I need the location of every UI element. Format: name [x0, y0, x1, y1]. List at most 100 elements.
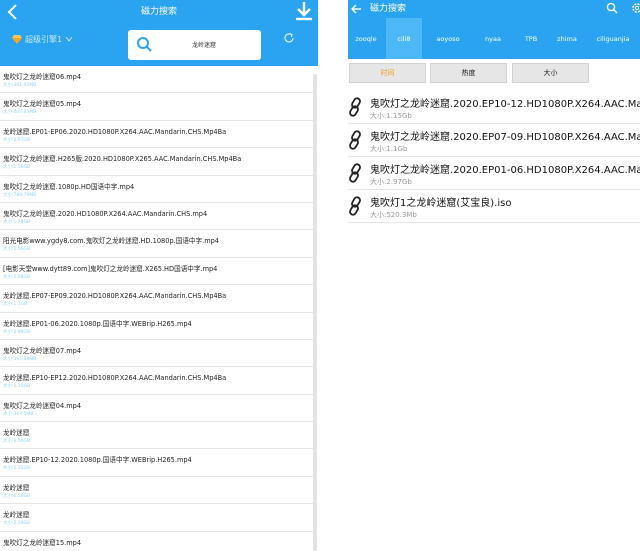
- tab-cili8[interactable]: cili8: [386, 18, 422, 59]
- file-size: 大小:363.5MB: [3, 411, 34, 417]
- file-name: 龙岭迷窟.EP01-EP06.2020.HD1080P.X264.AAC.Man…: [3, 127, 227, 136]
- file-name: 鬼吹灯之龙岭迷窟07.mp4: [3, 346, 82, 355]
- left-screen: 磁力搜索 超级引擎1 龙岭迷窟 鬼吹灯之龙岭迷窟06.mp4 大小:361.95…: [0, 0, 318, 551]
- search-query: 龙岭迷窟: [192, 42, 217, 49]
- list-item[interactable]: 鬼吹灯之龙岭迷窟.1080p.HD国语中字.mp4 大小:789.79MB: [0, 176, 313, 203]
- file-name: 鬼吹灯之龙岭迷窟.2020.EP10-12.HD1080P.X264.AAC.M…: [370, 99, 640, 110]
- file-name: 龙岭迷窟: [3, 429, 30, 438]
- file-size: 大小:361.95MB: [3, 83, 37, 88]
- gear-icon[interactable]: [631, 2, 640, 14]
- file-name: [电影天堂www.dytt89.com]鬼吹灯之龙岭迷窟.X265.HD国语中字…: [3, 264, 218, 273]
- page-title: 磁力搜索: [370, 4, 407, 14]
- page-title: 磁力搜索: [140, 7, 177, 17]
- link-icon: [349, 97, 361, 117]
- file-size: 大小:1.35GB: [3, 466, 31, 472]
- file-size: 大小:1.58GB: [3, 274, 31, 280]
- file-size: 大小:6.56GB: [3, 493, 31, 499]
- file-size: 大小:2.97GB: [3, 137, 31, 143]
- file-name: 阳光电影www.ygdy8.com.鬼吹灯之龙岭迷窟.HD.1080p.国语中字…: [3, 237, 220, 246]
- list-item[interactable]: [电影天堂www.dytt89.com]鬼吹灯之龙岭迷窟.X265.HD国语中字…: [0, 258, 313, 286]
- list-item[interactable]: 鬼吹灯之龙岭迷窟.H265版.2020.HD1080P.X265.AAC.Man…: [0, 148, 313, 176]
- file-name: 鬼吹灯之龙岭迷窟.1080p.HD国语中字.mp4: [3, 182, 135, 191]
- file-size: 大小:1.15GB: [3, 384, 31, 390]
- list-item[interactable]: 阳光电影www.ygdy8.com.鬼吹灯之龙岭迷窟.HD.1080p.国语中字…: [0, 230, 313, 258]
- list-item[interactable]: 鬼吹灯1之龙岭迷窟(艾宝良).iso 大小:520.3Mb: [348, 190, 640, 223]
- diamond-icon: [12, 35, 22, 44]
- list-item[interactable]: 鬼吹灯之龙岭迷窟06.mp4 大小:361.95MB: [0, 66, 313, 94]
- file-name: 龙岭迷窟: [3, 511, 30, 520]
- file-name: 龙岭迷窟.EP01-06.2020.1080p.国语中字.WEBrip.H265…: [3, 319, 192, 328]
- file-name: 鬼吹灯1之龙岭迷窟(艾宝良).iso: [370, 198, 512, 209]
- list-item[interactable]: 龙岭迷窟 大小:2.29GB: [0, 504, 313, 532]
- file-size: 大小:1.15Gb: [370, 112, 412, 120]
- list-item[interactable]: 龙岭迷窟 大小:6.56GB: [0, 477, 313, 505]
- file-size: 大小:361.98MB: [3, 356, 37, 362]
- link-icon: [349, 196, 361, 216]
- file-size: 大小:2.97Gb: [370, 178, 412, 186]
- file-name: 鬼吹灯之龙岭迷窟15.mp4: [3, 538, 82, 547]
- tab-ciliguanjia[interactable]: ciliguanjia: [588, 18, 638, 59]
- list-item[interactable]: 龙岭迷窟 大小:6.56GB: [0, 422, 313, 450]
- file-size: 大小:520.3Mb: [370, 211, 417, 219]
- search-bar: 超级引擎1 龙岭迷窟: [0, 24, 318, 66]
- back-arrow-icon[interactable]: [350, 3, 362, 15]
- list-item[interactable]: 鬼吹灯之龙岭迷窟.2020.HD1080P.X264.AAC.Mandarin.…: [0, 203, 313, 231]
- list-item[interactable]: 鬼吹灯之龙岭迷窟05.mp4 大小:407.83MB: [0, 93, 313, 121]
- refresh-icon[interactable]: [283, 32, 295, 44]
- link-icon: [349, 130, 361, 150]
- engine-selector[interactable]: 超级引擎1: [12, 32, 73, 46]
- tab-nyaa[interactable]: nyaa: [475, 18, 511, 59]
- file-name: 鬼吹灯之龙岭迷窟05.mp4: [3, 100, 82, 109]
- list-item[interactable]: 鬼吹灯之龙岭迷窟07.mp4 大小:361.98MB: [0, 340, 313, 368]
- file-size: 大小:2.89GB: [3, 329, 31, 335]
- right-screen: 磁力搜索 zooqle cili8 aoyoso nyaa TPB zhima ciligu…: [348, 0, 640, 551]
- file-name: 龙岭迷窟.EP10-12.2020.1080p.国语中字.WEBrip.H265…: [3, 456, 192, 465]
- tab-tpb[interactable]: TPB: [515, 18, 547, 59]
- file-size: 大小:2.29GB: [3, 521, 31, 527]
- list-item[interactable]: 鬼吹灯之龙岭迷窟.2020.EP07-09.HD1080P.X264.AAC.M…: [348, 124, 640, 157]
- tab-aoyoso[interactable]: aoyoso: [423, 18, 473, 59]
- list-item[interactable]: 龙岭迷窟.EP01-EP06.2020.HD1080P.X264.AAC.Man…: [0, 121, 313, 149]
- tab-zooqle[interactable]: zooqle: [348, 18, 384, 59]
- left-header: 磁力搜索: [0, 0, 318, 24]
- engine-tabs: zooqle cili8 aoyoso nyaa TPB zhima ciliguanjia: [348, 18, 640, 59]
- result-list: 鬼吹灯之龙岭迷窟06.mp4 大小:361.95MB 鬼吹灯之龙岭迷窟05.mp4 大…: [0, 66, 313, 551]
- file-size: 大小:1.28GB: [3, 219, 31, 225]
- list-item[interactable]: 鬼吹灯之龙岭迷窟.2020.EP01-06.HD1080P.X264.AAC.M…: [348, 157, 640, 190]
- search-icon[interactable]: [606, 2, 618, 14]
- file-size: 大小:1.56GB: [3, 165, 31, 171]
- file-size: 大小:1.56GB: [3, 247, 31, 253]
- file-name: 鬼吹灯之龙岭迷窟.H265版.2020.HD1080P.X265.AAC.Man…: [3, 155, 242, 164]
- sort-bar: 时间 热度 大小: [348, 59, 640, 87]
- scrollbar[interactable]: [313, 74, 317, 551]
- search-icon[interactable]: [136, 36, 152, 52]
- sort-button[interactable]: 大小: [512, 63, 589, 83]
- file-name: 鬼吹灯之龙岭迷窟.2020.EP07-09.HD1080P.X264.AAC.M…: [370, 132, 640, 143]
- file-name: 龙岭迷窟.EP10-EP12.2020.HD1080P.X264.AAC.Man…: [3, 374, 227, 383]
- file-name: 鬼吹灯之龙岭迷窟06.mp4: [3, 73, 82, 81]
- file-name: 龙岭迷窟: [3, 483, 30, 492]
- file-name: 龙岭迷窟.EP07-EP09.2020.HD1080P.X264.AAC.Man…: [3, 292, 227, 301]
- list-item[interactable]: 龙岭迷窟.EP01-06.2020.1080p.国语中字.WEBrip.H265…: [0, 313, 313, 340]
- download-icon[interactable]: [294, 1, 314, 21]
- file-name: 鬼吹灯之龙岭迷窟.2020.EP01-06.HD1080P.X264.AAC.M…: [370, 165, 640, 176]
- tab-zhima[interactable]: zhima: [549, 18, 585, 59]
- chevron-down-icon: [65, 36, 73, 42]
- list-item[interactable]: 龙岭迷窟.EP10-12.2020.1080p.国语中字.WEBrip.H265…: [0, 449, 313, 477]
- sort-button[interactable]: 时间: [349, 63, 426, 83]
- file-size: 大小:1.1GB: [3, 302, 28, 308]
- list-item[interactable]: 鬼吹灯之龙岭迷窟15.mp4: [0, 532, 313, 551]
- list-item[interactable]: 龙岭迷窟.EP10-EP12.2020.HD1080P.X264.AAC.Man…: [0, 367, 313, 395]
- file-size: 大小:789.79MB: [3, 192, 37, 198]
- search-input[interactable]: 龙岭迷窟: [128, 30, 261, 60]
- result-list: 鬼吹灯之龙岭迷窟.2020.EP10-12.HD1080P.X264.AAC.M…: [348, 91, 640, 223]
- list-item[interactable]: 龙岭迷窟.EP07-EP09.2020.HD1080P.X264.AAC.Man…: [0, 285, 313, 313]
- sort-button[interactable]: 热度: [430, 63, 507, 83]
- list-item[interactable]: 鬼吹灯之龙岭迷窟.2020.EP10-12.HD1080P.X264.AAC.M…: [348, 91, 640, 124]
- list-item[interactable]: 鬼吹灯之龙岭迷窟04.mp4 大小:363.5MB: [0, 395, 313, 423]
- file-size: 大小:407.83MB: [3, 110, 37, 116]
- link-icon: [349, 163, 361, 183]
- engine-label: 超级引擎1: [25, 34, 63, 44]
- right-header: 磁力搜索: [348, 0, 640, 18]
- file-name: 鬼吹灯之龙岭迷窟04.mp4: [3, 401, 82, 410]
